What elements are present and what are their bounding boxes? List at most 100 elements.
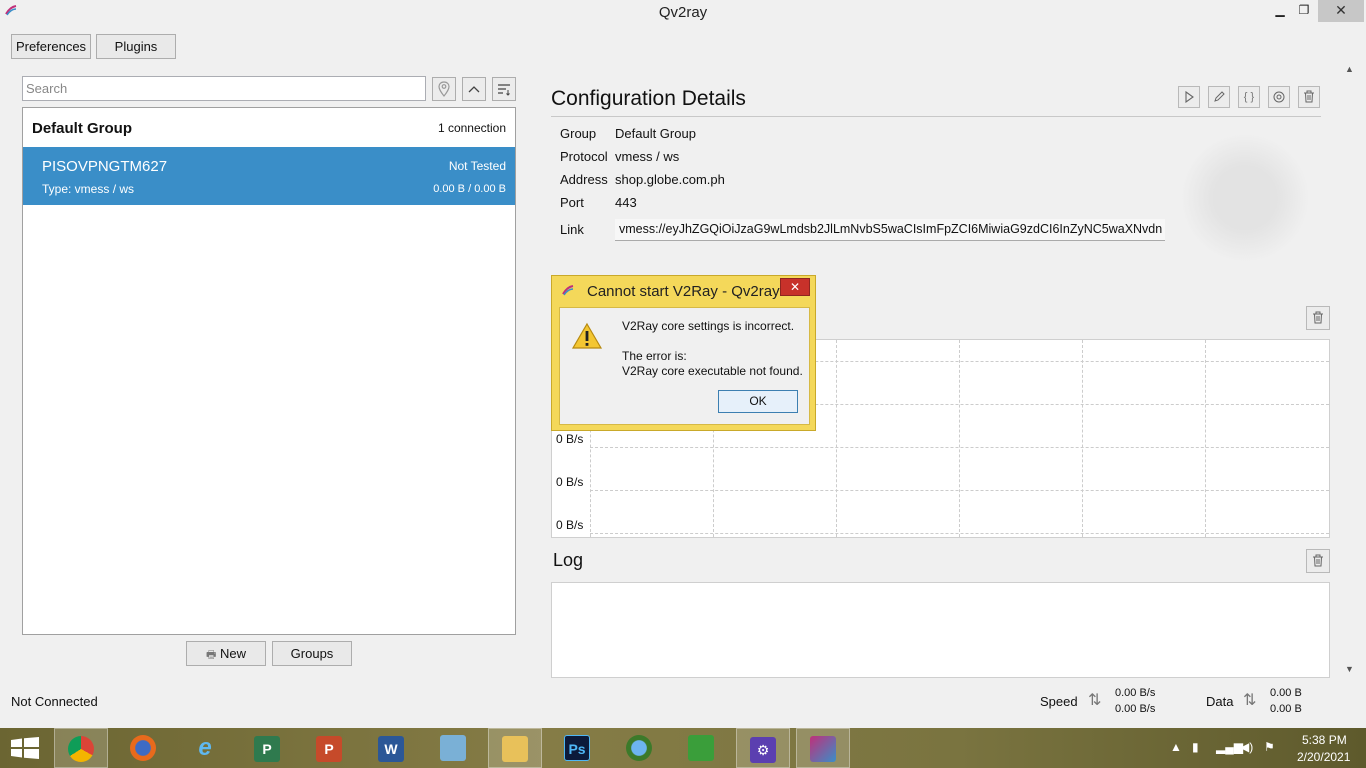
taskbar-photoshop[interactable]: Ps [550,728,604,768]
delete-connection-button[interactable] [1298,86,1320,108]
speed-label: Speed [1040,694,1078,709]
maximize-button[interactable]: ❐ [1290,0,1318,22]
close-button[interactable]: ✕ [1318,0,1364,22]
clear-log-button[interactable] [1306,549,1330,573]
group-label: Group [560,126,597,141]
explorer-icon [502,736,528,762]
chart-y-label: 0 B/s [556,432,584,446]
group-value: Default Group [615,126,696,141]
new-connection-button[interactable]: 🖶 New [186,641,266,666]
connection-status-text: Not Connected [11,694,98,709]
chart-grid-line [1082,340,1083,537]
uploaded-data: 0.00 B [1270,687,1302,699]
clock-date[interactable]: 2/20/2021 [1297,750,1350,764]
search-input[interactable]: Search [22,76,426,101]
taskbar-chrome[interactable] [54,728,108,768]
chart-grid-line [590,447,1329,448]
chart-grid-line [590,490,1329,491]
settings-icon: ⚙ [750,737,776,763]
windows-start-icon[interactable] [10,737,40,759]
collapse-button[interactable] [462,77,486,101]
connection-latency-status: Not Tested [448,159,506,173]
taskbar-powerpoint[interactable]: P [302,728,356,768]
new-doc-icon: 🖶 [205,649,217,661]
clock-time[interactable]: 5:38 PM [1302,733,1347,747]
plugins-button[interactable]: Plugins [96,34,176,59]
taskbar-word[interactable]: W [364,728,418,768]
chart-y-label: 0 B/s [556,475,584,489]
configuration-details-title: Configuration Details [551,87,746,110]
link-label: Link [560,222,584,237]
edit-button[interactable] [1208,86,1230,108]
log-title: Log [553,550,584,570]
chart-y-label: 0 B/s [556,518,584,532]
chart-grid-line [1205,340,1206,537]
dialog-title: Cannot start V2Ray - Qv2ray [587,283,780,300]
photoshop-icon: Ps [564,735,590,761]
dialog-body: V2Ray core settings is incorrect. The er… [559,307,810,425]
download-speed: 0.00 B/s [1115,703,1156,715]
taskbar-network-app[interactable] [612,728,666,768]
taskbar-settings[interactable]: ⚙ [736,728,790,768]
connection-data-usage: 0.00 B / 0.00 B [433,183,506,195]
taskbar-project[interactable]: P [240,728,294,768]
details-scrollbar[interactable]: ▲ ▼ [1342,62,1357,678]
taskbar-explorer[interactable] [488,728,542,768]
qr-code-image [1180,133,1310,263]
details-divider [551,116,1321,117]
chart-grid-line [590,533,1329,534]
updown-arrows-icon: ⇅ [1243,692,1257,709]
trash-icon [1304,90,1314,103]
upload-speed: 0.00 B/s [1115,687,1156,699]
sort-icon [498,84,510,96]
connection-type: Type: vmess / ws [42,182,135,196]
edit-json-button[interactable]: { } [1238,86,1260,108]
data-label: Data [1206,694,1234,709]
sort-button[interactable] [492,77,516,101]
address-label: Address [560,172,608,187]
taskbar-ie[interactable]: e [178,728,232,768]
groups-button[interactable]: Groups [272,641,352,666]
word-icon: W [378,736,404,762]
tray-signal-icon[interactable]: ▂▄▆ [1216,740,1243,754]
share-button[interactable] [1268,86,1290,108]
clear-chart-button[interactable] [1306,306,1330,330]
title-bar: Qv2ray ▁ ❐ ✕ [0,0,1366,26]
share-link-field[interactable]: vmess://eyJhZGQiOiJzaG9wLmdsb2JlLmNvbS5w… [615,219,1165,241]
dialog-error-detail: V2Ray core executable not found. [622,364,803,378]
port-label: Port [560,195,584,210]
taskbar-firefox[interactable] [116,728,170,768]
chevron-up-icon [468,86,480,93]
network-icon [626,735,652,761]
chart-grid-line [836,340,837,537]
powerpoint-icon: P [316,736,342,762]
connect-button[interactable] [1178,86,1200,108]
dialog-close-button[interactable]: ✕ [780,278,810,296]
scroll-down-arrow-icon[interactable]: ▼ [1342,664,1357,674]
downloaded-data: 0.00 B [1270,703,1302,715]
group-connection-count: 1 connection [437,121,506,135]
preferences-button[interactable]: Preferences [11,34,91,59]
dialog-message: V2Ray core settings is incorrect. [622,319,795,333]
chart-grid-line [959,340,960,537]
tray-network-icon[interactable]: ⚑ [1264,740,1275,754]
connection-list[interactable]: Default Group 1 connection PISOVPNGTM627… [22,107,516,635]
tray-device-icon[interactable]: ▮ [1192,740,1199,754]
ok-button[interactable]: OK [718,390,798,413]
log-output[interactable] [551,582,1330,678]
scroll-up-arrow-icon[interactable]: ▲ [1342,64,1357,74]
ie-icon: e [198,734,212,761]
taskbar-store[interactable] [674,728,728,768]
locate-current-button[interactable] [432,77,456,101]
protocol-value: vmess / ws [615,149,680,164]
taskbar-notepad[interactable] [426,728,480,768]
connection-item[interactable]: PISOVPNGTM627 Not Tested Type: vmess / w… [23,147,515,205]
tray-volume-icon[interactable]: ◀) [1240,740,1253,754]
dialog-error-heading: The error is: [622,349,687,363]
project-icon: P [254,736,280,762]
error-dialog: Cannot start V2Ray - Qv2ray ✕ V2Ray core… [551,275,816,431]
taskbar-qv2ray[interactable] [796,728,850,768]
json-braces-icon: { } [1243,91,1255,103]
tray-expand-icon[interactable]: ▲ [1170,740,1182,754]
new-button-label: New [220,646,247,661]
